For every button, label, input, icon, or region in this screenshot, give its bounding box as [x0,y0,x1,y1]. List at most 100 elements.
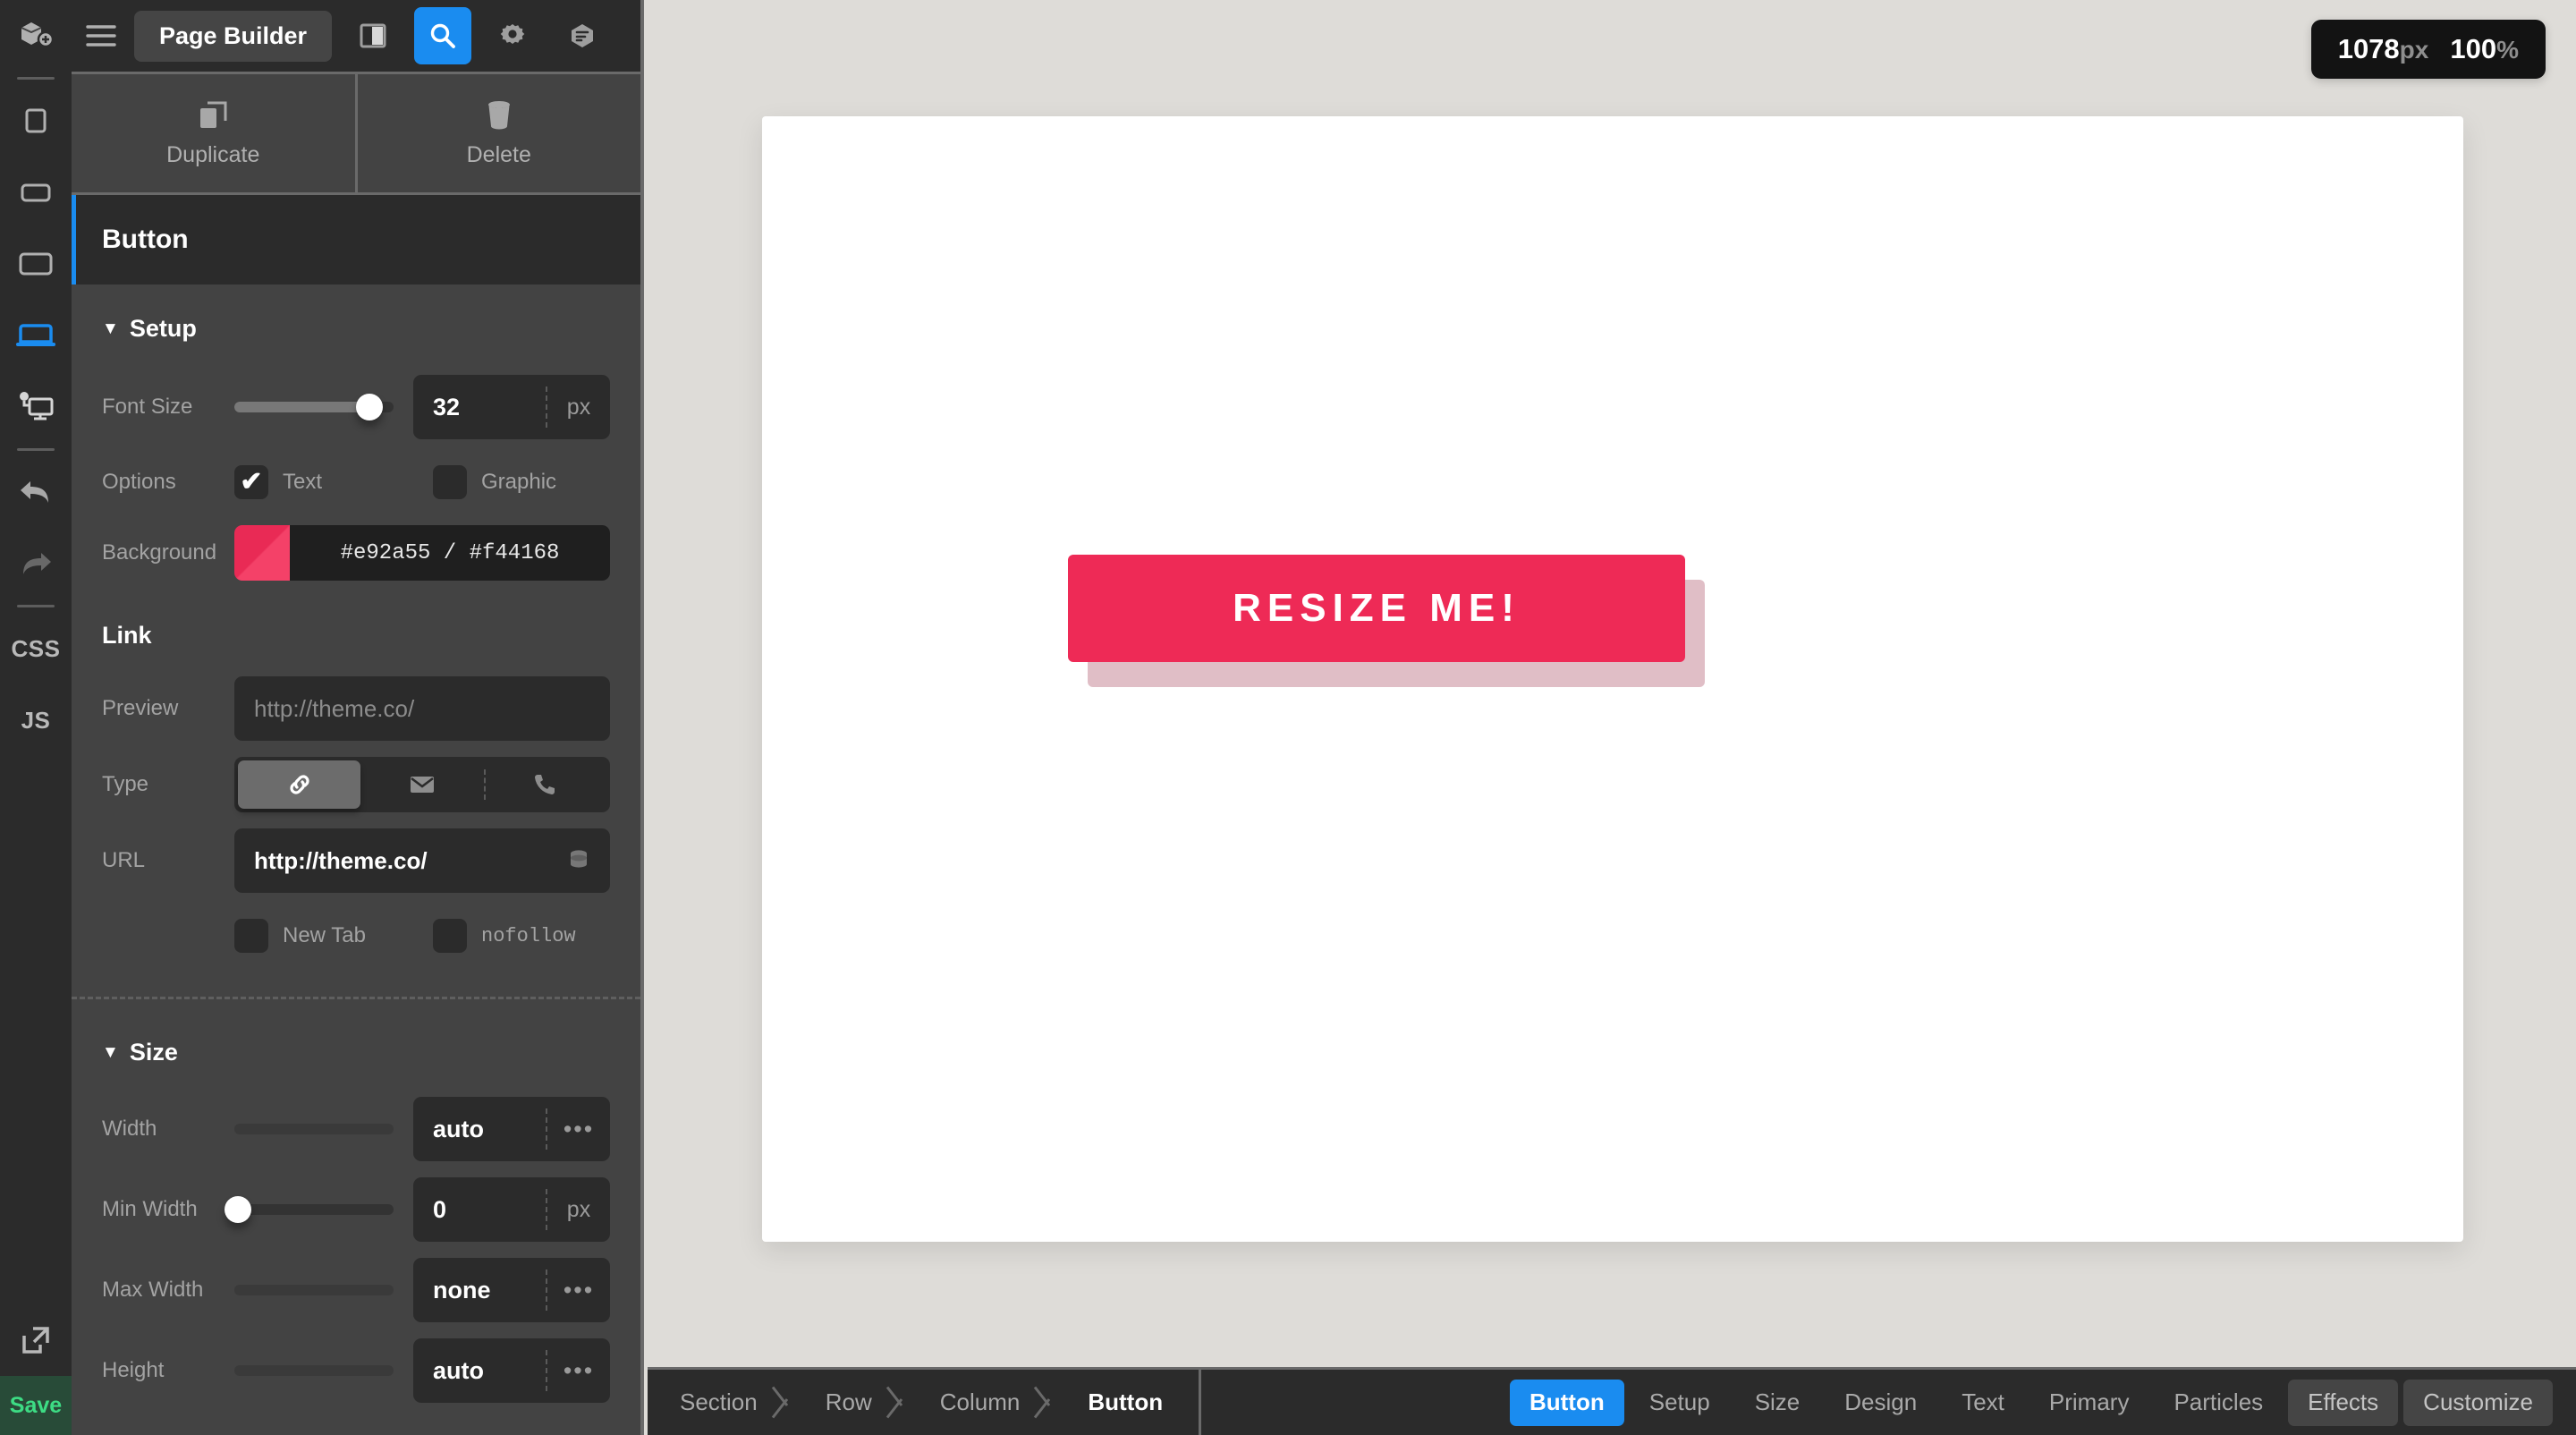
breadcrumb-label: Row [825,1388,872,1415]
height-slider[interactable] [234,1365,394,1376]
tab-primary[interactable]: Primary [2029,1380,2149,1426]
breadcrumb-item-row[interactable]: Row [793,1370,908,1435]
link-type-email[interactable] [360,760,483,809]
viewport-width-value: 1078 [2337,33,2400,64]
element-title: Button [102,225,189,254]
height-value[interactable]: auto [413,1357,547,1385]
min-width-field[interactable]: 0 px [413,1177,610,1242]
hamburger-icon[interactable] [86,24,116,47]
breadcrumb-label: Button [1088,1388,1164,1415]
min-width-slider-knob[interactable] [224,1196,251,1223]
cta-button[interactable]: RESIZE ME! [1068,555,1685,662]
link-type-phone[interactable] [484,760,606,809]
font-size-unit[interactable]: px [547,395,610,420]
database-icon[interactable] [567,848,590,873]
rail-item-redo[interactable] [0,528,72,599]
tab-particles[interactable]: Particles [2154,1380,2283,1426]
new-tab-option[interactable]: New Tab [234,919,413,953]
link-type-row: Type [102,757,610,812]
option-graphic-checkbox[interactable] [433,465,467,499]
tab-button[interactable]: Button [1509,1379,1624,1426]
settings-panel: Page Builder Duplicate Delete Button ▼ S… [72,0,644,1435]
min-width-row: Min Width 0 px [102,1177,610,1242]
settings-button[interactable] [484,7,541,64]
option-graphic-label: Graphic [481,470,557,494]
background-color-value[interactable]: #e92a55 / #f44168 [290,525,610,581]
rail-divider [17,605,55,607]
page-builder-title[interactable]: Page Builder [134,10,333,62]
chevron-right-icon [1035,1370,1056,1435]
max-width-unit-menu[interactable]: ••• [547,1277,610,1304]
max-width-field[interactable]: none ••• [413,1258,610,1322]
tab-size[interactable]: Size [1735,1380,1820,1426]
width-unit-menu[interactable]: ••• [547,1116,610,1143]
link-type-url[interactable] [238,760,361,809]
font-size-slider-knob[interactable] [356,394,384,420]
width-field[interactable]: auto ••• [413,1097,610,1161]
rail-item-mobile[interactable] [0,85,72,157]
nofollow-option[interactable]: nofollow [433,919,612,953]
breadcrumb-item-button[interactable]: Button [1055,1370,1199,1435]
duplicate-button[interactable]: Duplicate [72,74,355,192]
css-label: CSS [11,634,61,662]
tab-setup[interactable]: Setup [1630,1380,1730,1426]
option-graphic[interactable]: Graphic [433,465,612,499]
setup-section-title[interactable]: ▼ Setup [102,315,610,343]
new-tab-checkbox[interactable] [234,919,268,953]
width-slider[interactable] [234,1124,394,1134]
breadcrumb: Section Row Column Button [648,1370,1202,1435]
rail-item-desktop[interactable] [0,371,72,443]
size-section-title[interactable]: ▼ Size [102,1039,610,1066]
max-width-row: Max Width none ••• [102,1258,610,1322]
mobile-icon [21,106,50,135]
rail-item-tablet-portrait[interactable] [0,157,72,228]
font-size-slider[interactable] [234,394,394,420]
width-value[interactable]: auto [413,1116,547,1143]
save-button[interactable]: Save [0,1376,72,1435]
option-text[interactable]: ✔ Text [234,465,413,499]
preview-field[interactable]: http://theme.co/ [234,676,610,741]
tab-effects[interactable]: Effects [2288,1379,2399,1426]
min-width-unit[interactable]: px [547,1197,610,1223]
max-width-slider[interactable] [234,1285,394,1295]
rail-item-js[interactable]: JS [0,684,72,756]
breadcrumb-item-column[interactable]: Column [908,1370,1056,1435]
height-unit-menu[interactable]: ••• [547,1357,610,1385]
font-size-label: Font Size [102,395,193,419]
check-icon: ✔ [240,467,263,497]
font-size-value[interactable]: 32 [413,394,547,421]
rail-item-css[interactable]: CSS [0,613,72,684]
background-field[interactable]: #e92a55 / #f44168 [234,525,610,581]
search-button[interactable] [414,7,472,64]
content-button[interactable] [554,7,611,64]
tab-label: Particles [2174,1388,2264,1415]
min-width-value[interactable]: 0 [413,1196,547,1224]
rail-item-tablet-landscape[interactable] [0,228,72,300]
tab-label: Button [1529,1388,1605,1415]
max-width-value[interactable]: none [413,1277,547,1304]
height-field[interactable]: auto ••• [413,1338,610,1403]
mail-icon [409,774,436,795]
option-text-checkbox[interactable]: ✔ [234,465,268,499]
url-value[interactable]: http://theme.co/ [254,847,567,875]
rail-item-undo[interactable] [0,456,72,528]
rail-item-add-element[interactable] [0,0,72,72]
nofollow-checkbox[interactable] [433,919,467,953]
page-canvas[interactable]: RESIZE ME! [762,116,2463,1242]
rail-item-external-link[interactable] [0,1304,72,1376]
url-field[interactable]: http://theme.co/ [234,828,610,893]
tab-design[interactable]: Design [1825,1380,1936,1426]
background-color-swatch[interactable] [234,525,290,581]
min-width-slider[interactable] [224,1196,394,1223]
max-width-label: Max Width [102,1278,204,1302]
setup-section: ▼ Setup Font Size 32 px Options ✔ Text G… [72,284,640,581]
rail-item-laptop[interactable] [0,300,72,371]
delete-button[interactable]: Delete [354,74,640,192]
tab-customize[interactable]: Customize [2403,1379,2553,1426]
field-divider [546,386,547,428]
tab-label: Size [1754,1388,1801,1415]
breadcrumb-item-section[interactable]: Section [648,1370,793,1435]
tab-text[interactable]: Text [1942,1380,2024,1426]
font-size-field[interactable]: 32 px [413,375,610,439]
panel-layout-button[interactable] [344,7,402,64]
